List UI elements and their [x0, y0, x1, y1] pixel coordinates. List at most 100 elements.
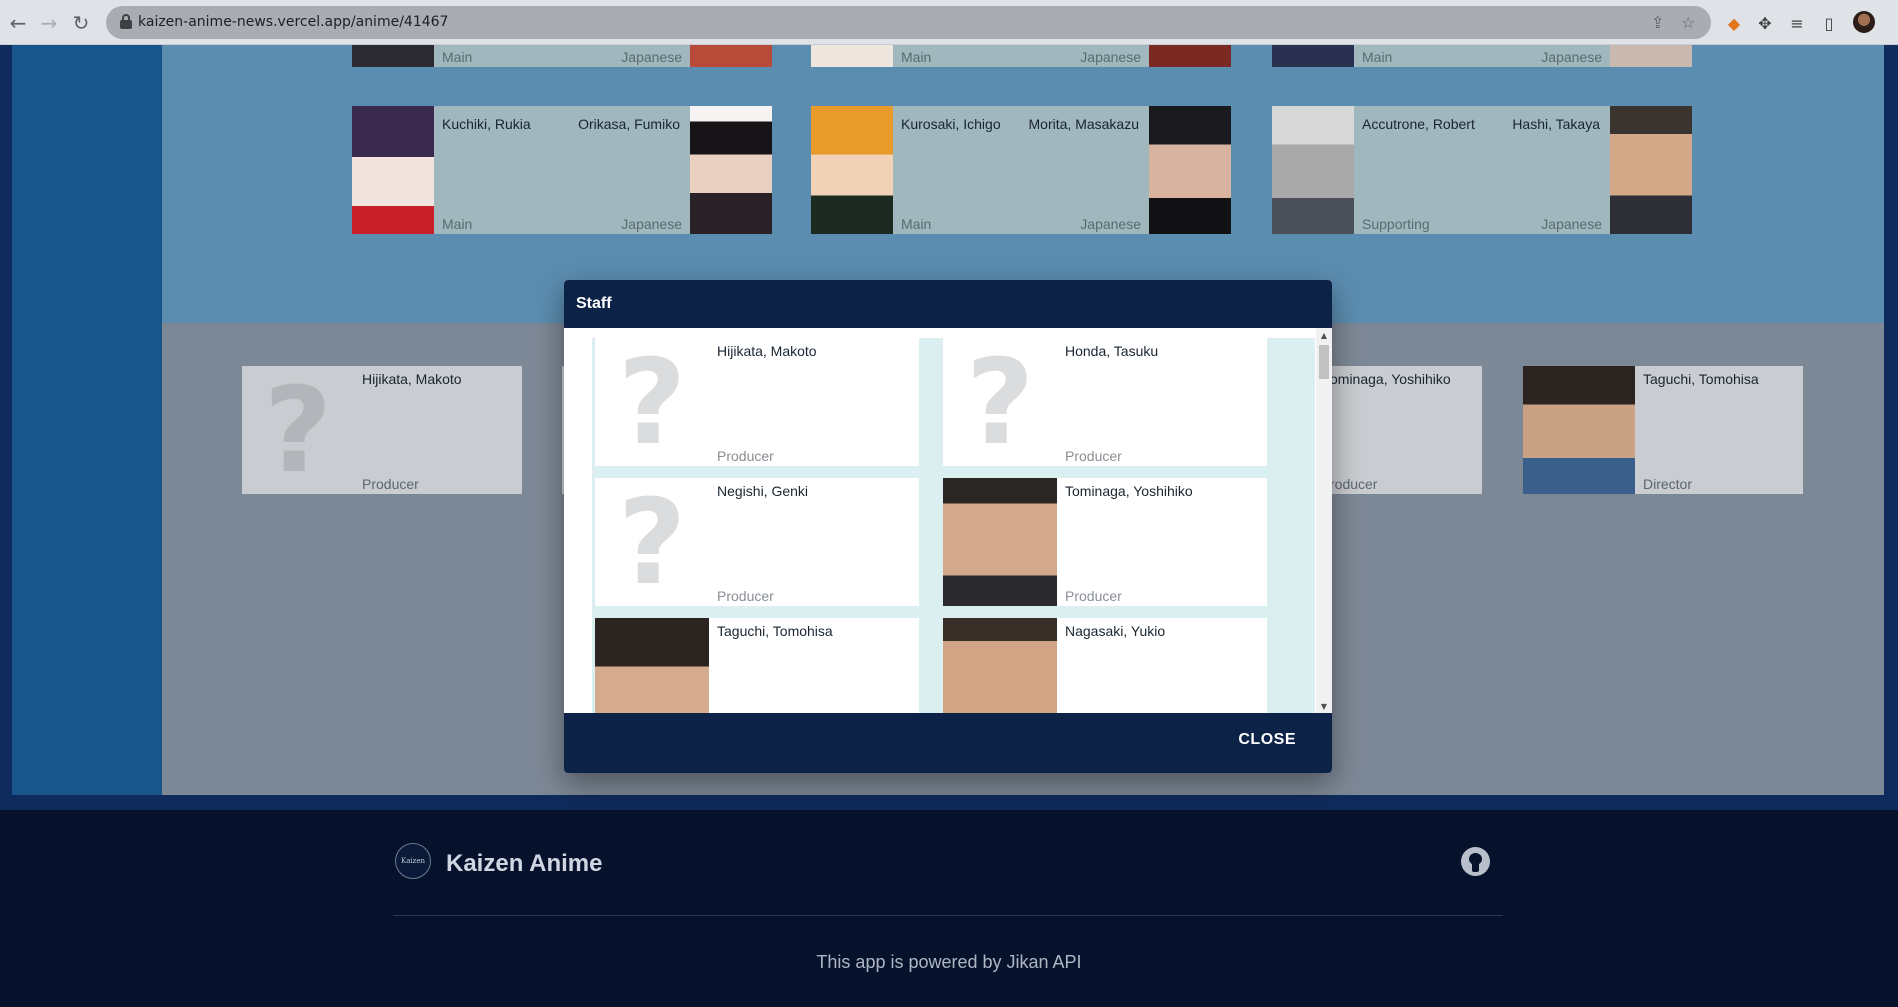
staff-card[interactable]: ? Honda, Tasuku Producer: [943, 338, 1267, 466]
voice-actor-photo: [1610, 45, 1692, 67]
media-control-icon[interactable]: ≡: [1786, 12, 1808, 34]
url-text: kaizen-anime-news.vercel.app/anime/41467: [138, 14, 449, 30]
staff-photo: [1523, 366, 1635, 494]
character-portrait: [1272, 106, 1354, 234]
scroll-down-icon[interactable]: ▼: [1316, 699, 1332, 713]
staff-role: Producer: [362, 476, 419, 492]
staff-role: roducer: [1330, 476, 1378, 492]
fox-extension-icon[interactable]: ◆: [1723, 12, 1745, 34]
lock-icon: [120, 14, 132, 29]
staff-role: Producer: [717, 588, 774, 604]
voice-actor-photo: [690, 106, 772, 234]
close-button[interactable]: CLOSE: [1238, 731, 1296, 749]
scroll-up-icon[interactable]: ▲: [1316, 328, 1332, 342]
brand-name[interactable]: Kaizen Anime: [446, 850, 602, 878]
voice-actor-language: Japanese: [621, 49, 682, 65]
staff-modal: Staff ? Hijikata, Makoto Producer ? Hond…: [564, 280, 1332, 773]
address-bar[interactable]: kaizen-anime-news.vercel.app/anime/41467…: [106, 6, 1711, 39]
forward-icon[interactable]: →: [36, 10, 62, 36]
placeholder-question-icon: ?: [617, 478, 687, 606]
staff-card[interactable]: Taguchi, Tomohisa: [595, 618, 919, 713]
scroll-thumb[interactable]: [1319, 345, 1329, 379]
character-role: Main: [442, 49, 473, 65]
character-name: Kurosaki, Ichigo: [901, 116, 1001, 132]
staff-name: Honda, Tasuku: [1065, 343, 1159, 359]
voice-actor-name: Hashi, Takaya: [1512, 116, 1600, 132]
puzzle-extensions-icon[interactable]: ✥: [1754, 12, 1776, 34]
staff-role: Producer: [1065, 588, 1122, 604]
staff-role: Producer: [717, 448, 774, 464]
modal-body[interactable]: ? Hijikata, Makoto Producer ? Honda, Tas…: [564, 328, 1332, 713]
voice-actor-photo: [1149, 106, 1231, 234]
voice-actor-photo: [1610, 106, 1692, 234]
character-role: Supporting: [1362, 216, 1430, 232]
site-footer: Kaizen Kaizen Anime This app is powered …: [0, 810, 1898, 1007]
staff-card[interactable]: Nagasaki, Yukio: [943, 618, 1267, 713]
character-role: Main: [442, 216, 473, 232]
staff-name: Taguchi, Tomohisa: [717, 623, 833, 639]
character-portrait: [352, 106, 434, 234]
voice-actor-language: Japanese: [621, 216, 682, 232]
staff-card[interactable]: Taguchi, Tomohisa Director: [1523, 366, 1803, 494]
staff-card[interactable]: Tominaga, Yoshihiko Producer: [943, 478, 1267, 606]
staff-name: Taguchi, Tomohisa: [1643, 371, 1759, 387]
staff-role: Producer: [1065, 448, 1122, 464]
character-role: Main: [901, 216, 932, 232]
placeholder-question-icon: ?: [263, 366, 333, 494]
staff-grid: ? Hijikata, Makoto Producer ? Honda, Tas…: [592, 338, 1315, 713]
character-card[interactable]: Kuchiki, Rukia Orikasa, Fumiko Main Japa…: [352, 106, 772, 234]
voice-actor-name: Morita, Masakazu: [1028, 116, 1139, 132]
staff-card[interactable]: ominaga, Yoshihiko roducer: [1330, 366, 1482, 494]
staff-name: ominaga, Yoshihiko: [1330, 371, 1451, 387]
character-card[interactable]: Main Japanese: [352, 45, 772, 67]
staff-photo: [595, 618, 709, 713]
kaizen-logo[interactable]: Kaizen: [395, 843, 431, 879]
github-icon[interactable]: [1461, 847, 1490, 876]
placeholder-question-icon: ?: [965, 338, 1035, 466]
character-role: Main: [1362, 49, 1393, 65]
staff-name: Negishi, Genki: [717, 483, 809, 499]
voice-actor-language: Japanese: [1541, 216, 1602, 232]
share-icon[interactable]: ⇪: [1651, 13, 1664, 32]
character-portrait: [811, 45, 893, 67]
placeholder-question-icon: ?: [617, 338, 687, 466]
character-card[interactable]: Main Japanese: [811, 45, 1231, 67]
voice-actor-photo: [690, 45, 772, 67]
star-icon[interactable]: ☆: [1681, 13, 1695, 32]
staff-photo: [943, 478, 1057, 606]
footer-divider: [393, 915, 1503, 916]
character-name: Accutrone, Robert: [1362, 116, 1475, 132]
powered-by-text: This app is powered by Jikan API: [816, 952, 1082, 972]
character-card[interactable]: Main Japanese: [1272, 45, 1692, 67]
browser-toolbar: ← → ↻ kaizen-anime-news.vercel.app/anime…: [0, 0, 1898, 45]
voice-actor-name: Orikasa, Fumiko: [578, 116, 680, 132]
voice-actor-language: Japanese: [1080, 49, 1141, 65]
staff-card[interactable]: ? Negishi, Genki Producer: [595, 478, 919, 606]
back-icon[interactable]: ←: [5, 10, 31, 36]
character-portrait: [352, 45, 434, 67]
staff-role: Director: [1643, 476, 1693, 492]
character-portrait: [1272, 45, 1354, 67]
staff-name: Hijikata, Makoto: [362, 371, 462, 387]
staff-name: Tominaga, Yoshihiko: [1065, 483, 1193, 499]
voice-actor-language: Japanese: [1080, 216, 1141, 232]
voice-actor-language: Japanese: [1541, 49, 1602, 65]
modal-header: Staff: [564, 280, 1332, 328]
voice-actor-photo: [1149, 45, 1231, 67]
staff-card[interactable]: ? Hijikata, Makoto Producer: [595, 338, 919, 466]
character-card[interactable]: Accutrone, Robert Hashi, Takaya Supporti…: [1272, 106, 1692, 234]
modal-scrollbar[interactable]: ▲ ▼: [1316, 328, 1332, 713]
character-card[interactable]: Kurosaki, Ichigo Morita, Masakazu Main J…: [811, 106, 1231, 234]
staff-card[interactable]: ? Hijikata, Makoto Producer: [242, 366, 522, 494]
staff-name: Nagasaki, Yukio: [1065, 623, 1166, 639]
profile-avatar[interactable]: [1853, 11, 1875, 33]
left-rail: [12, 45, 162, 795]
staff-photo: [943, 618, 1057, 713]
character-name: Kuchiki, Rukia: [442, 116, 531, 132]
modal-title: Staff: [576, 295, 612, 312]
character-role: Main: [901, 49, 932, 65]
side-panel-icon[interactable]: ▯: [1818, 12, 1840, 34]
modal-footer: CLOSE: [564, 713, 1332, 773]
character-portrait: [811, 106, 893, 234]
reload-icon[interactable]: ↻: [68, 10, 94, 36]
